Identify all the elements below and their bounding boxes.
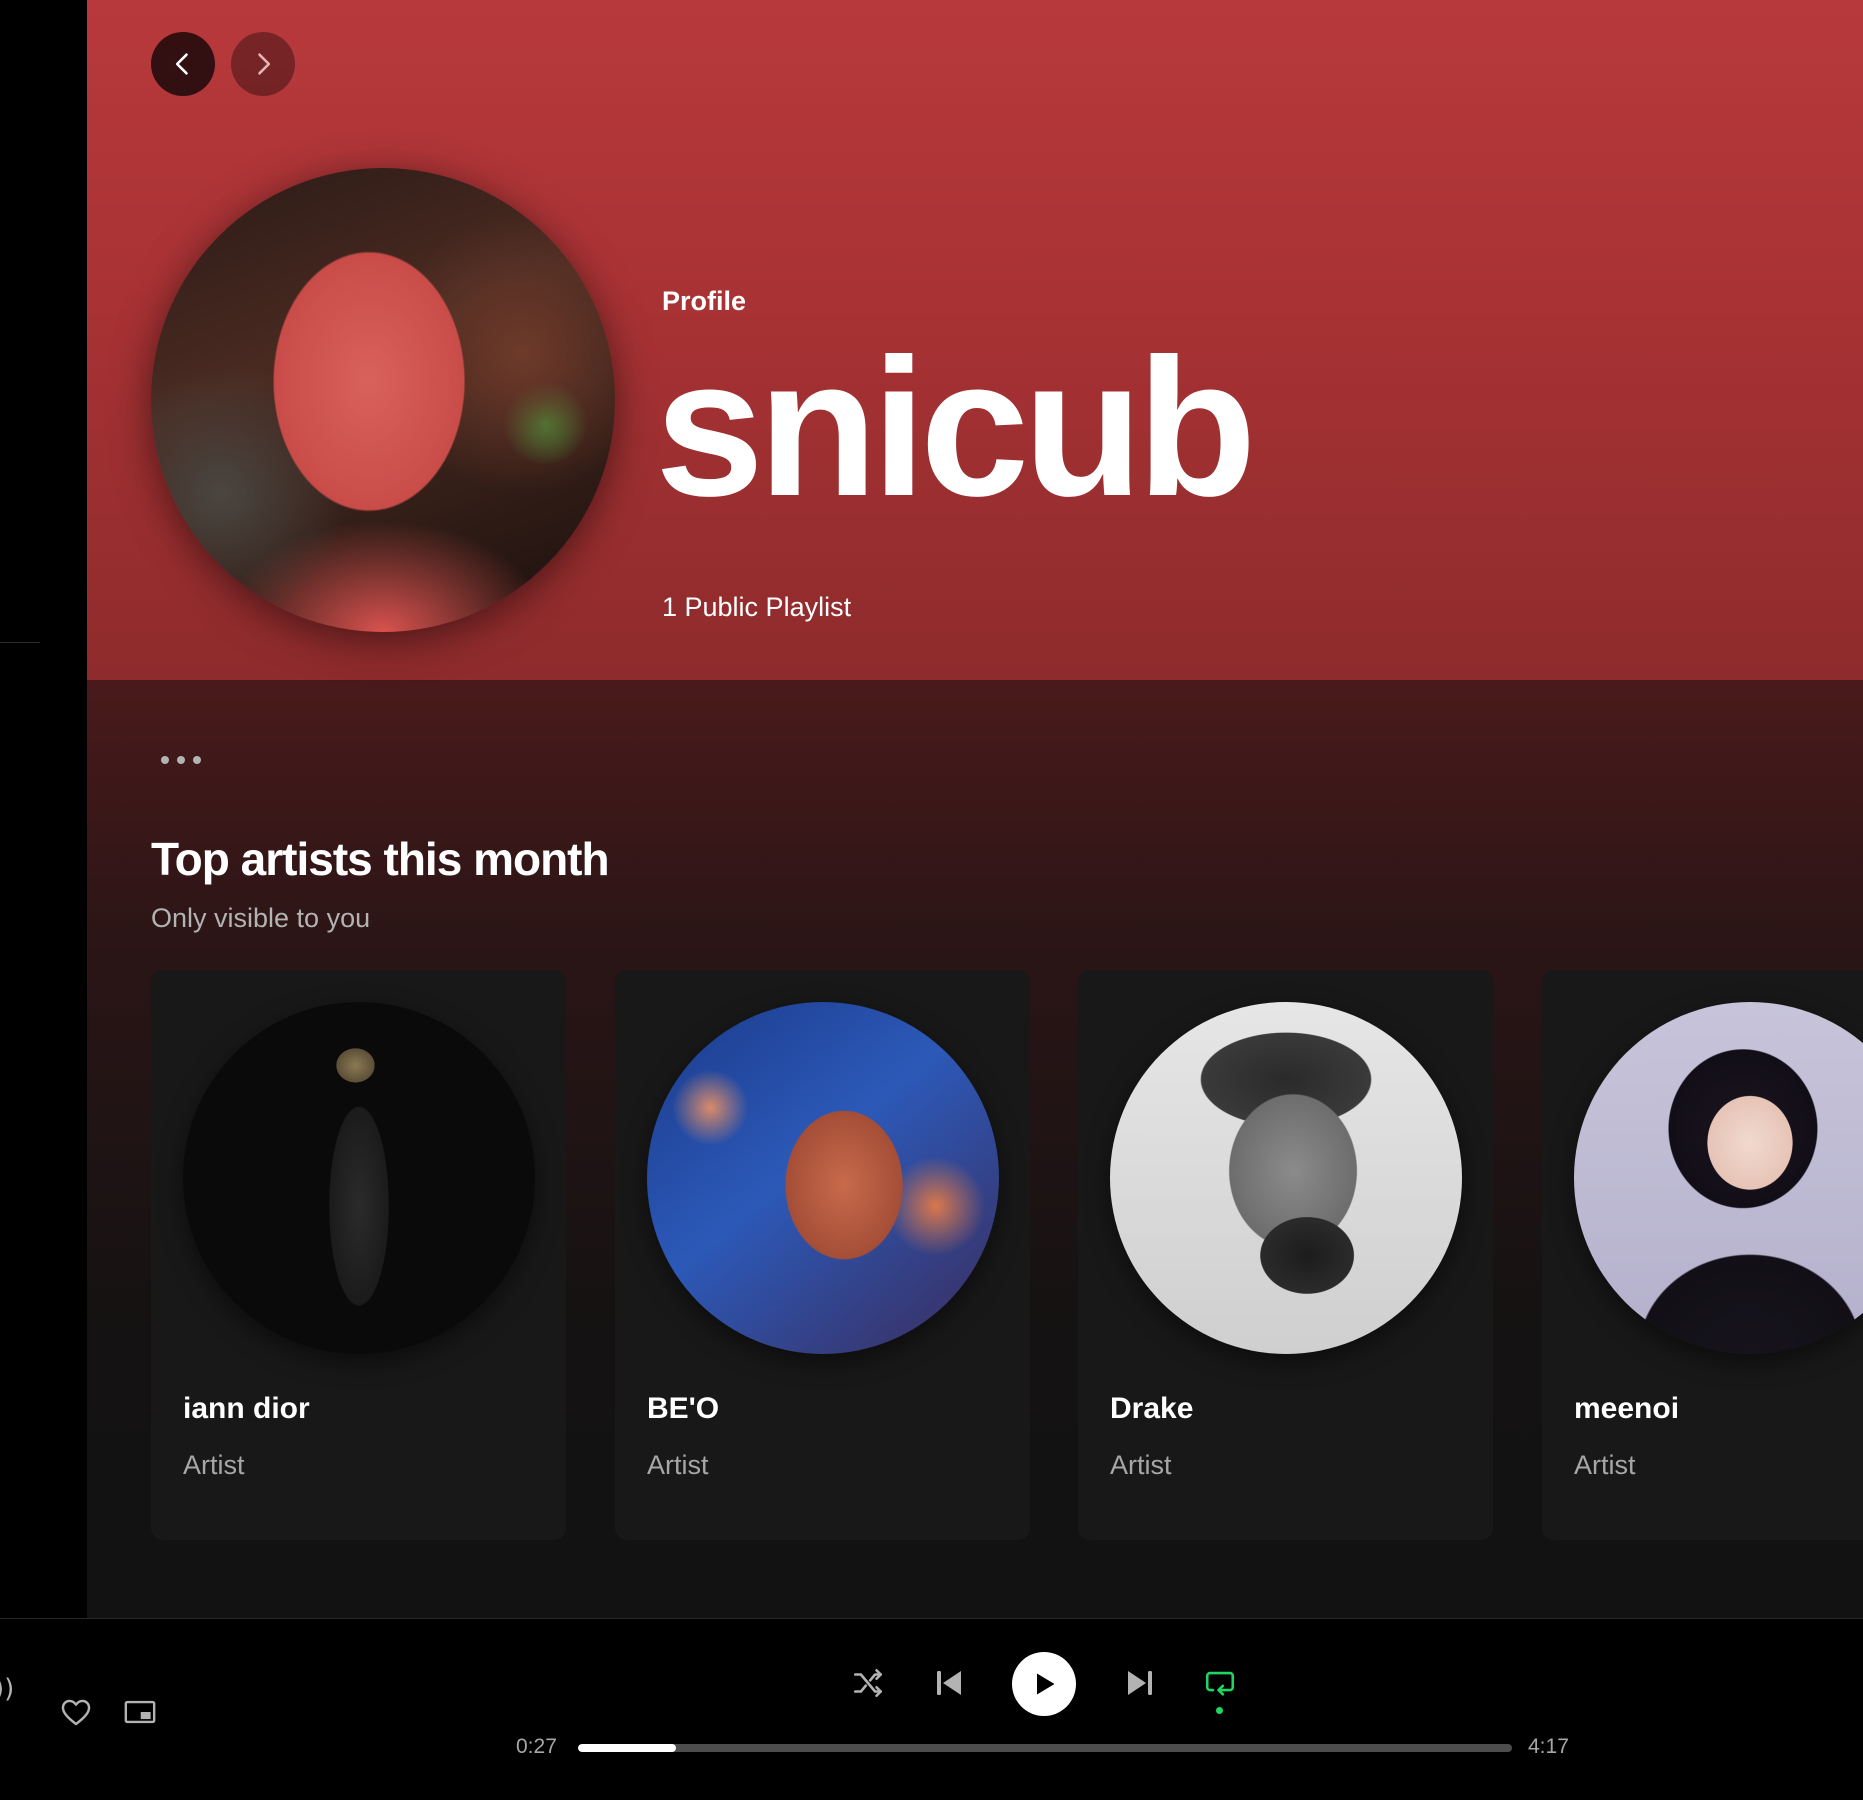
more-icon [161, 756, 169, 764]
skip-previous-icon [937, 1671, 961, 1695]
previous-button[interactable] [929, 1663, 969, 1703]
app-window: Profile snicub 1 Public Playlist Top art… [0, 0, 1863, 1800]
profile-name: snicub [655, 318, 1257, 537]
playback-progress-bar[interactable] [578, 1744, 1512, 1752]
back-button[interactable] [151, 32, 215, 96]
artist-card[interactable]: BE'O Artist [615, 970, 1030, 1540]
artist-type: Artist [183, 1450, 245, 1480]
artist-type: Artist [1110, 1450, 1172, 1480]
artist-type: Artist [1574, 1450, 1636, 1480]
chevron-left-icon [175, 53, 188, 75]
forward-button[interactable] [231, 32, 295, 96]
public-playlist-count[interactable]: 1 Public Playlist [662, 592, 851, 623]
play-icon [1037, 1673, 1055, 1695]
player-bar [0, 1618, 1863, 1800]
miniplayer-icon [124, 1700, 156, 1724]
artist-image [647, 1002, 999, 1354]
progress-fill [578, 1744, 677, 1752]
page-type-label: Profile [662, 286, 747, 316]
artist-card[interactable]: iann dior Artist [151, 970, 566, 1540]
artist-type: Artist [647, 1450, 709, 1480]
artist-name: Drake [1110, 1392, 1194, 1425]
artist-name: BE'O [647, 1392, 720, 1425]
profile-avatar[interactable] [151, 168, 615, 632]
repeat-icon [1205, 1671, 1235, 1696]
section-title[interactable]: Top artists this month [151, 832, 610, 886]
artist-name: iann dior [183, 1392, 310, 1425]
artist-card[interactable]: Drake Artist [1078, 970, 1493, 1540]
artist-name: meenoi [1574, 1392, 1680, 1425]
artist-image [1574, 1002, 1863, 1354]
artist-image [1110, 1002, 1462, 1354]
miniplayer-button[interactable] [119, 1692, 161, 1732]
section-subtitle: Only visible to you [151, 903, 371, 933]
more-options-button[interactable] [147, 740, 215, 780]
shuffle-button[interactable] [848, 1663, 888, 1703]
connect-device-icon[interactable]: )) [0, 1674, 14, 1704]
sidebar [0, 0, 87, 1618]
chevron-right-icon [258, 53, 271, 75]
skip-next-icon [1128, 1671, 1152, 1695]
heart-icon [61, 1699, 91, 1726]
elapsed-time: 0:27 [516, 1735, 557, 1758]
shuffle-icon [853, 1668, 883, 1698]
next-button[interactable] [1120, 1663, 1160, 1703]
play-button[interactable] [1012, 1652, 1076, 1716]
repeat-active-indicator [1216, 1707, 1223, 1714]
sidebar-divider [0, 642, 40, 643]
artist-image [183, 1002, 535, 1354]
artist-card[interactable]: meenoi Artist [1542, 970, 1863, 1540]
main-view[interactable]: Profile snicub 1 Public Playlist Top art… [87, 0, 1863, 1618]
total-duration: 4:17 [1528, 1735, 1569, 1758]
repeat-button[interactable] [1200, 1663, 1240, 1703]
like-button[interactable] [56, 1692, 96, 1732]
